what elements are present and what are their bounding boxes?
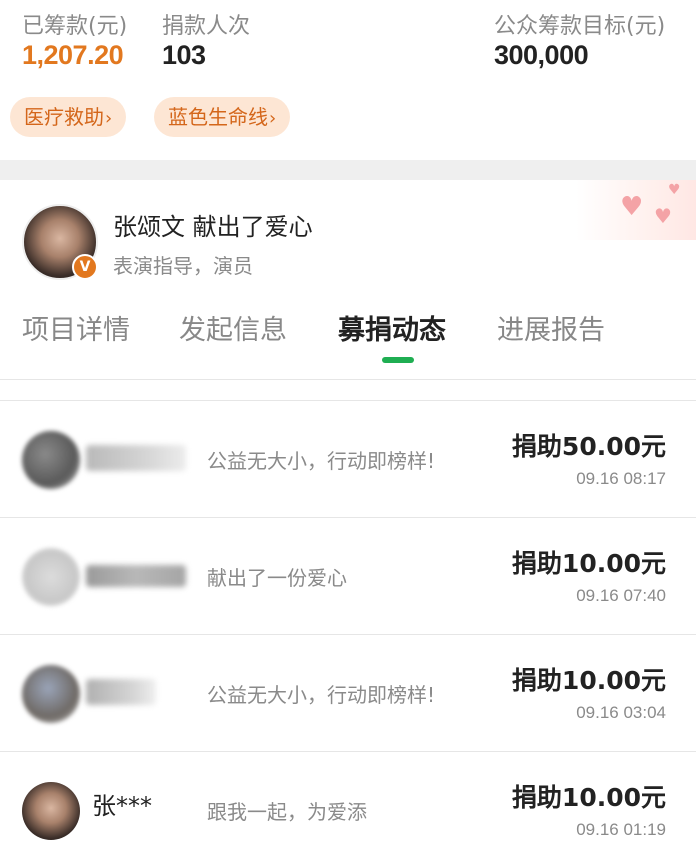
donor-name-blurred — [86, 445, 186, 471]
heart-icon: ♥ — [654, 204, 672, 228]
goal-label: 公众筹款目标(元) — [494, 14, 666, 39]
tab-progress-report[interactable]: 进展报告 — [497, 308, 605, 347]
avatar — [22, 431, 80, 489]
tab-bar: 项目详情 发起信息 募捐动态 进展报告 — [0, 290, 696, 380]
donation-message: 公益无大小，行动即榜样! — [207, 683, 436, 707]
donation-message: 献出了一份爱心 — [207, 566, 347, 590]
list-item[interactable]: 公益无大小，行动即榜样! 捐助50.00元 09.16 08:17 — [0, 400, 696, 517]
avatar — [22, 548, 80, 606]
active-tab-indicator — [382, 357, 414, 363]
donor-name-blurred — [86, 565, 186, 587]
raised-value: 1,207.20 — [22, 40, 124, 70]
list-item[interactable]: 张*** 跟我一起，为爱添 捐助10.00元 09.16 01:19 — [0, 751, 696, 845]
chevron-right-icon: › — [269, 108, 277, 129]
donation-time: 09.16 03:04 — [576, 703, 666, 722]
donor-name-blurred — [86, 679, 156, 705]
tag-label: 蓝色生命线 — [168, 105, 268, 129]
chevron-right-icon: › — [105, 108, 113, 129]
tab-project-details[interactable]: 项目详情 — [22, 308, 130, 347]
donation-time: 09.16 07:40 — [576, 586, 666, 605]
donation-amount: 捐助10.00元 — [511, 549, 666, 578]
donors-value: 103 — [162, 40, 206, 70]
tab-initiator-info[interactable]: 发起信息 — [179, 308, 287, 347]
avatar — [22, 782, 80, 840]
donor-name: 张*** — [92, 792, 152, 820]
featured-donor[interactable]: ♥ ♥ ♥ V 张颂文 献出了爱心 表演指导，演员 — [0, 180, 696, 290]
raised-label: 已筹款(元) — [22, 14, 128, 39]
donation-time: 09.16 01:19 — [576, 820, 666, 839]
tag-label: 医疗救助 — [24, 105, 104, 129]
verified-badge-icon: V — [72, 254, 98, 280]
tab-donation-activity[interactable]: 募捐动态 — [338, 308, 446, 347]
donor-headline: 张颂文 献出了爱心 — [113, 213, 313, 241]
donation-list: 公益无大小，行动即榜样! 捐助50.00元 09.16 08:17 献出了一份爱… — [0, 400, 696, 845]
donation-amount: 捐助10.00元 — [511, 783, 666, 812]
list-item[interactable]: 公益无大小，行动即榜样! 捐助10.00元 09.16 03:04 — [0, 634, 696, 751]
donation-time: 09.16 08:17 — [576, 469, 666, 488]
avatar — [22, 665, 80, 723]
list-item[interactable]: 献出了一份爱心 捐助10.00元 09.16 07:40 — [0, 517, 696, 634]
section-divider — [0, 160, 696, 180]
tag-medical-aid[interactable]: 医疗救助› — [10, 97, 127, 137]
heart-icon: ♥ — [668, 182, 681, 198]
donation-message: 公益无大小，行动即榜样! — [207, 449, 436, 473]
hearts-decoration: ♥ ♥ ♥ — [576, 180, 696, 240]
goal-value: 300,000 — [494, 40, 589, 70]
donation-message: 跟我一起，为爱添 — [207, 800, 367, 824]
heart-icon: ♥ — [620, 192, 644, 222]
tag-blue-lifeline[interactable]: 蓝色生命线› — [154, 97, 291, 137]
fundraising-stats: 已筹款(元) 1,207.20 捐款人次 103 公众筹款目标(元) 300,0… — [0, 0, 696, 160]
donation-amount: 捐助50.00元 — [511, 432, 666, 461]
donor-title: 表演指导，演员 — [113, 254, 253, 278]
donors-label: 捐款人次 — [162, 14, 251, 39]
donation-amount: 捐助10.00元 — [511, 666, 666, 695]
